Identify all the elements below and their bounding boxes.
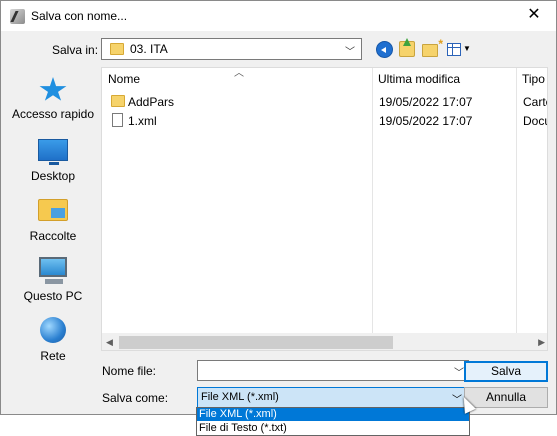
filename-input[interactable]: ﹀ bbox=[197, 360, 469, 381]
place-this-pc[interactable]: Questo PC bbox=[9, 257, 97, 303]
file-list[interactable]: ︿ Nome Ultima modifica Tipo AddPars 19/0… bbox=[101, 67, 548, 351]
filetype-select[interactable]: File XML (*.xml) ﹀ bbox=[197, 387, 469, 408]
scroll-right-icon[interactable]: ▶ bbox=[538, 337, 545, 348]
new-folder-icon[interactable] bbox=[422, 37, 443, 57]
place-label: Raccolte bbox=[29, 229, 77, 243]
file-modified: 19/05/2022 17:07 bbox=[379, 114, 473, 128]
column-header-modified[interactable]: Ultima modifica bbox=[372, 68, 516, 90]
file-row[interactable]: AddPars 19/05/2022 17:07 Carte bbox=[102, 93, 547, 111]
places-bar: Accesso rapido Desktop Raccolte Questo P… bbox=[9, 67, 97, 365]
file-name: AddPars bbox=[128, 95, 175, 109]
app-icon bbox=[10, 9, 25, 24]
chevron-down-icon[interactable]: ﹀ bbox=[454, 364, 464, 379]
column-header-name[interactable]: Nome bbox=[102, 68, 372, 90]
place-label: Questo PC bbox=[23, 289, 83, 303]
place-label: Accesso rapido bbox=[11, 107, 95, 121]
place-desktop[interactable]: Desktop bbox=[9, 139, 97, 183]
save-in-label: Salva in: bbox=[52, 43, 99, 57]
file-modified: 19/05/2022 17:07 bbox=[379, 95, 473, 109]
chevron-down-icon[interactable]: ﹀ bbox=[345, 43, 355, 58]
horizontal-scrollbar[interactable]: ◀ ▶ bbox=[102, 333, 547, 350]
window-title: Salva con nome... bbox=[31, 9, 128, 23]
desktop-icon bbox=[38, 139, 68, 165]
libraries-icon bbox=[38, 199, 68, 221]
filetype-option[interactable]: File XML (*.xml) bbox=[197, 408, 469, 421]
place-libraries[interactable]: Raccolte bbox=[9, 199, 97, 243]
save-in-combo[interactable]: 03. ITA ﹀ bbox=[101, 38, 362, 60]
place-label: Rete bbox=[40, 349, 66, 363]
view-menu-icon[interactable] bbox=[447, 43, 461, 56]
star-icon bbox=[39, 77, 67, 101]
place-network[interactable]: Rete bbox=[9, 317, 97, 363]
place-quick-access[interactable]: Accesso rapido bbox=[9, 77, 97, 121]
back-icon[interactable] bbox=[376, 41, 393, 58]
computer-icon bbox=[39, 257, 67, 284]
file-type: Docu bbox=[523, 114, 547, 128]
file-row[interactable]: 1.xml 19/05/2022 17:07 Docu bbox=[102, 112, 547, 130]
column-header-type[interactable]: Tipo bbox=[516, 68, 547, 90]
view-menu-chevron-icon[interactable]: ▼ bbox=[463, 44, 471, 53]
close-icon[interactable]: ✕ bbox=[526, 7, 542, 23]
folder-icon bbox=[111, 95, 125, 107]
file-icon bbox=[112, 113, 123, 127]
save-in-value: 03. ITA bbox=[130, 42, 168, 56]
filetype-label: Salva come: bbox=[102, 391, 169, 405]
network-icon bbox=[40, 317, 66, 343]
up-folder-icon[interactable] bbox=[399, 38, 415, 57]
place-label: Desktop bbox=[30, 169, 76, 183]
filetype-dropdown-list[interactable]: File XML (*.xml) File di Testo (*.txt) bbox=[196, 407, 470, 436]
scrollbar-thumb[interactable] bbox=[119, 336, 393, 349]
scroll-left-icon[interactable]: ◀ bbox=[106, 337, 113, 348]
filetype-value: File XML (*.xml) bbox=[201, 391, 279, 403]
filename-label: Nome file: bbox=[102, 364, 157, 378]
file-name: 1.xml bbox=[128, 114, 157, 128]
title-bar: Salva con nome... ✕ bbox=[1, 1, 556, 31]
save-button[interactable]: Salva bbox=[464, 361, 548, 382]
save-as-dialog: Salva con nome... ✕ Salva in: 03. ITA ﹀ … bbox=[0, 0, 557, 415]
filetype-option[interactable]: File di Testo (*.txt) bbox=[197, 422, 469, 435]
file-type: Carte bbox=[523, 95, 547, 109]
folder-icon bbox=[110, 43, 124, 55]
cancel-button[interactable]: Annulla bbox=[464, 387, 548, 408]
